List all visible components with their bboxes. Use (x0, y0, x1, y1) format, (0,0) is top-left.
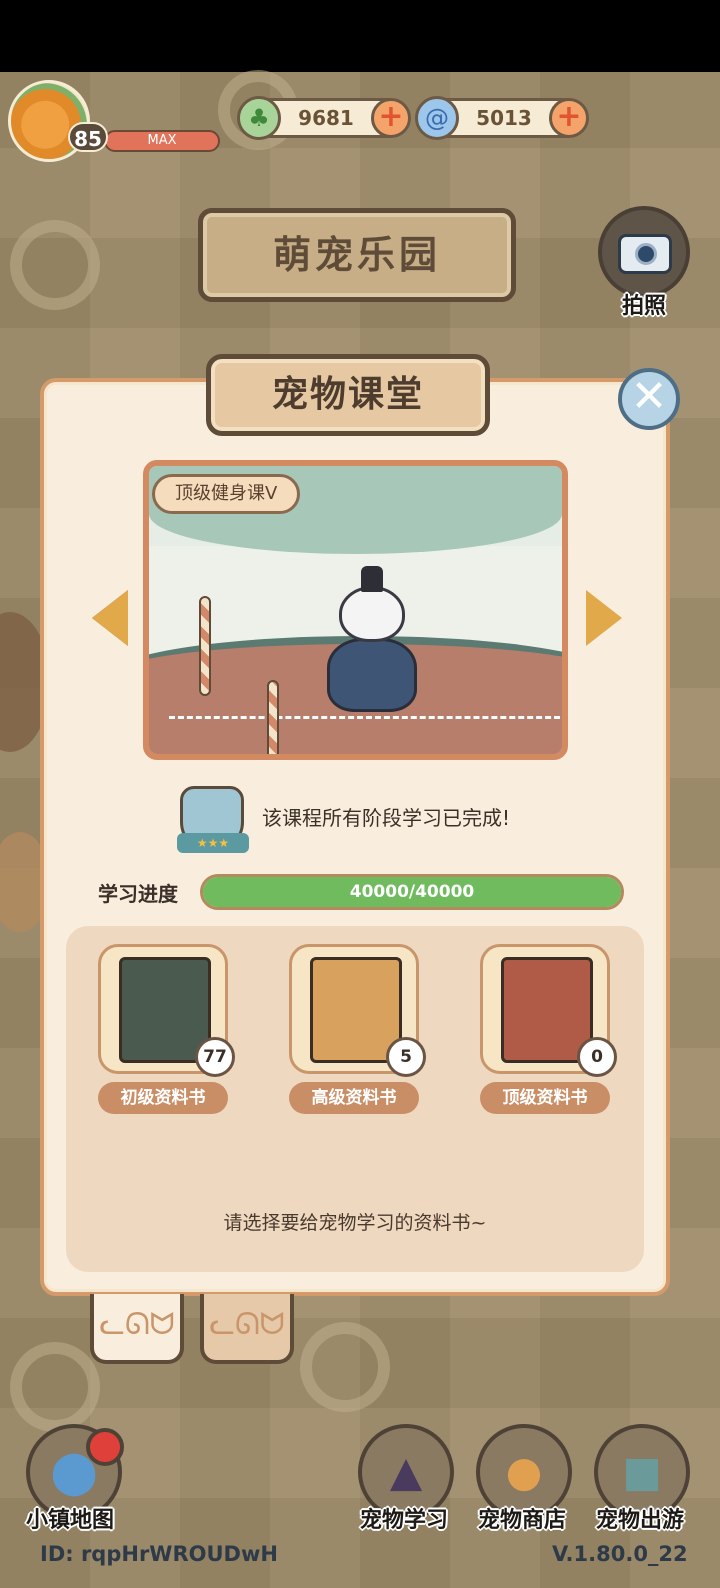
add-gem-button[interactable]: + (549, 98, 589, 138)
medal-stars-icon: ★★★ (177, 833, 249, 853)
book-name-advanced: 高级资料书 (289, 1082, 419, 1114)
book-count: 5 (386, 1037, 426, 1077)
level-status: MAX (147, 133, 177, 148)
status-bar (0, 0, 720, 72)
notification-dot (86, 1428, 124, 1466)
completion-message: 该课程所有阶段学习已完成! (262, 806, 511, 830)
town-map-label: 小镇地图 (26, 1508, 115, 1533)
book-name-basic: 初级资料书 (98, 1082, 228, 1114)
sun-decoration (10, 220, 100, 310)
progress-bar: 40000/40000 (200, 874, 624, 910)
next-course-button[interactable] (582, 586, 628, 650)
cat-robe (327, 638, 417, 712)
clover-currency: ♣ 9681 + (237, 96, 411, 140)
arrow-right-icon (586, 590, 622, 646)
hurdle-post (267, 680, 279, 754)
scene-floor-line (169, 716, 562, 720)
book-card-top[interactable]: 0 (480, 944, 617, 1077)
sun-decoration (10, 1342, 100, 1432)
panel-title: 宠物课堂 (271, 374, 424, 415)
progress-text: 40000/40000 (349, 882, 475, 902)
level-badge: 85 (68, 122, 108, 152)
clover-icon: ♣ (237, 96, 281, 140)
cat-head (339, 586, 405, 642)
experience-bar: MAX (104, 130, 220, 152)
swirl-gem-icon: @ (415, 96, 459, 140)
tab-dog[interactable]: ᓚᘏᗢ (200, 1294, 294, 1364)
park-sign: 萌宠乐园 (198, 208, 516, 302)
book-card-advanced[interactable]: 5 (289, 944, 426, 1077)
book-count: 77 (195, 1037, 235, 1077)
camera-label: 拍照 (622, 294, 667, 319)
course-name-tag: 顶级健身课Ⅴ (152, 474, 301, 514)
cat-face-icon: ᓚᘏᗢ (99, 1307, 175, 1342)
dog-face-icon: ᓚᘏᗢ (209, 1307, 285, 1342)
tab-cat[interactable]: ᓚᘏᗢ (90, 1294, 184, 1364)
panel-title-plaque: 宠物课堂 (206, 354, 490, 436)
cat-hat (361, 566, 383, 592)
choose-book-hint: 请选择要给宠物学习的资料书~ (223, 1212, 487, 1234)
pet-cat (327, 566, 417, 716)
clover-amount: 9681 (298, 106, 354, 130)
pet-study-label: 宠物学习 (360, 1508, 449, 1533)
progress-label: 学习进度 (98, 882, 178, 906)
pet-travel-label: 宠物出游 (596, 1508, 685, 1533)
previous-course-button[interactable] (88, 586, 134, 650)
version-label: V.1.80.0_22 (552, 1542, 688, 1566)
user-id: ID: rqpHrWROUDwH (40, 1542, 278, 1566)
book-name-top: 顶级资料书 (480, 1082, 610, 1114)
arrow-left-icon (92, 590, 128, 646)
park-sign-text: 萌宠乐园 (272, 233, 441, 277)
sun-decoration (300, 1322, 390, 1412)
camera-lens (635, 243, 657, 265)
camera-icon (618, 234, 672, 274)
gem-currency: @ 5013 + (415, 96, 589, 140)
close-button[interactable]: ✕ (618, 368, 680, 430)
hurdle-post (199, 596, 211, 696)
add-clover-button[interactable]: + (371, 98, 411, 138)
camera-button[interactable] (598, 206, 690, 298)
book-count: 0 (577, 1037, 617, 1077)
pet-shop-label: 宠物商店 (478, 1508, 567, 1533)
gem-amount: 5013 (476, 106, 532, 130)
book-card-basic[interactable]: 77 (98, 944, 235, 1077)
completion-medal-icon: ★★★ (177, 786, 249, 853)
